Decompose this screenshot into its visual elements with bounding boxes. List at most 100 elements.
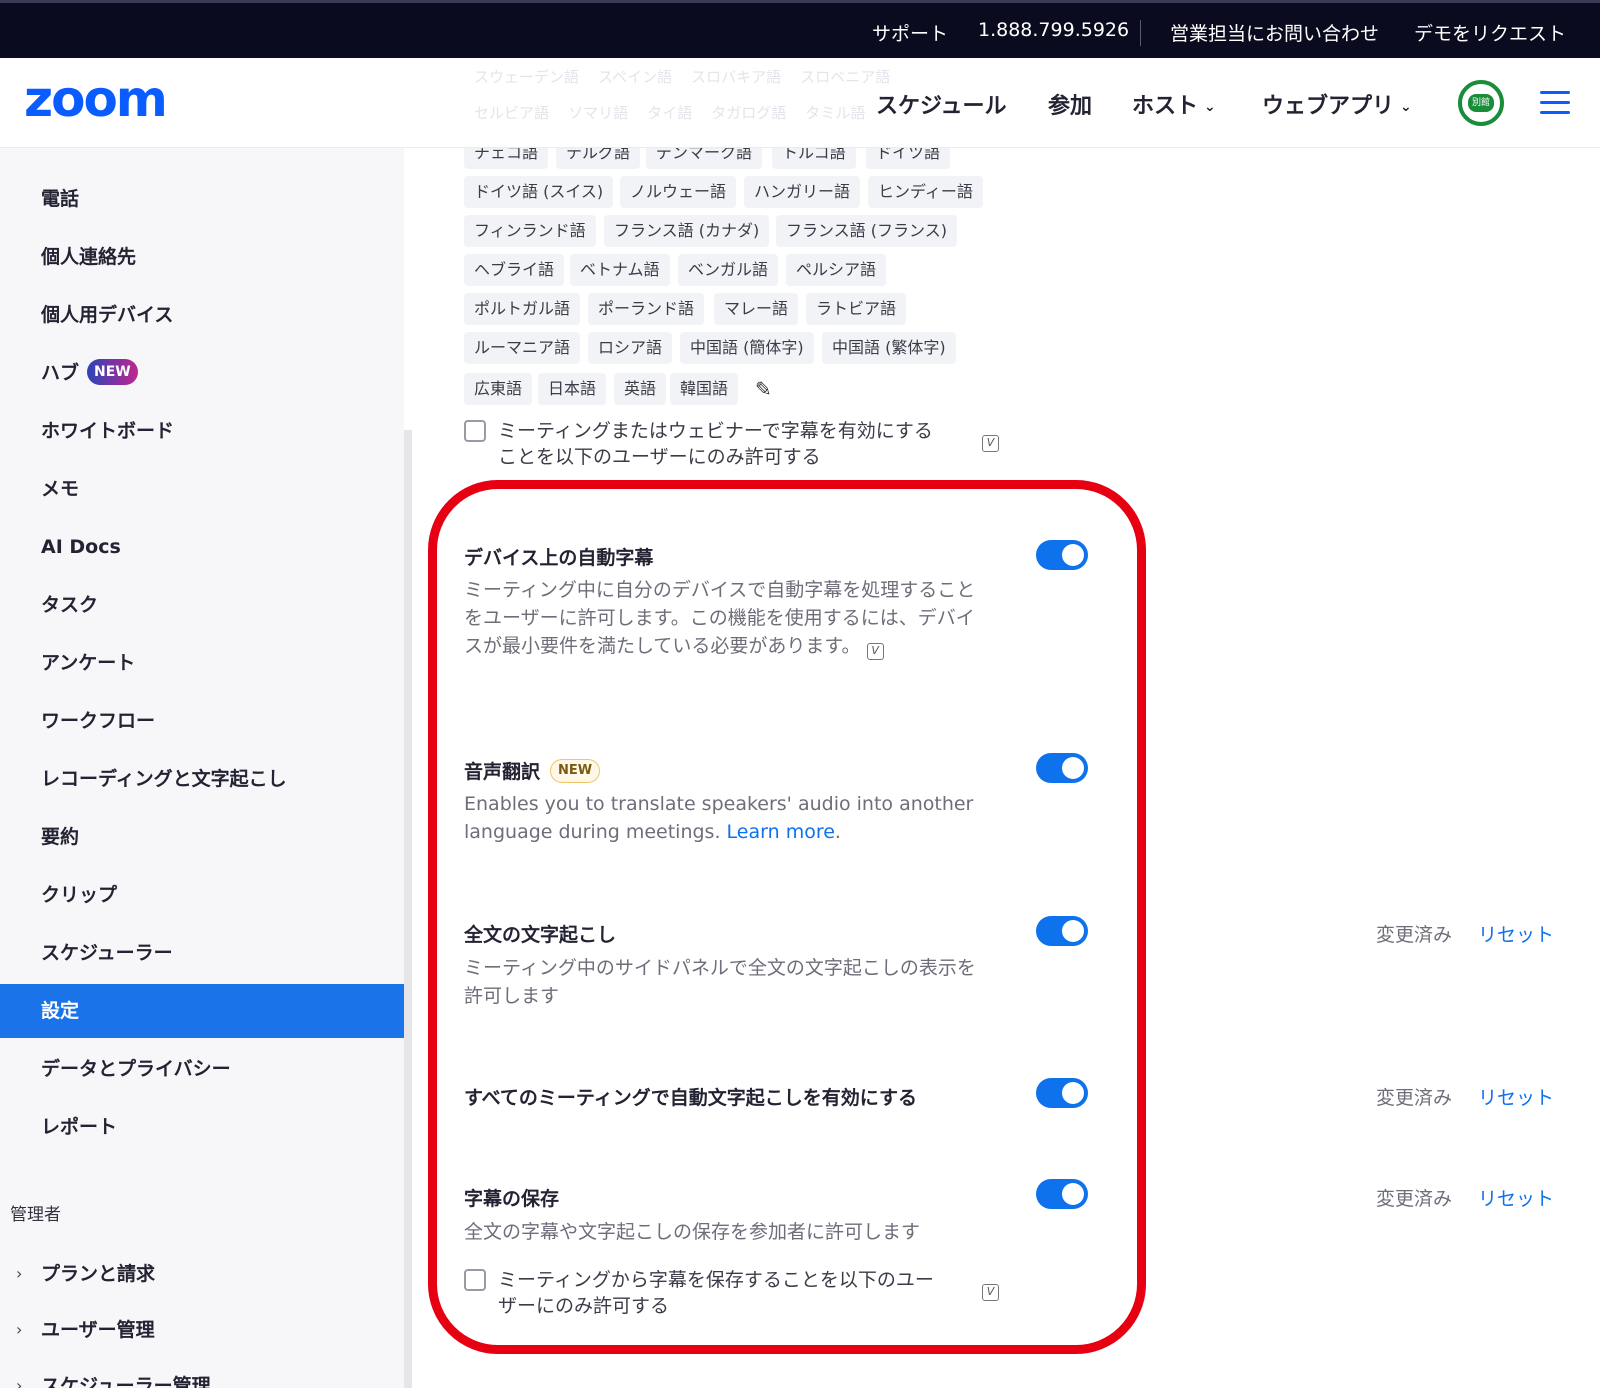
modified-status: 変更済み (1376, 1188, 1453, 1210)
setting-save-captions-title: 字幕の保存 (464, 1188, 560, 1210)
restrict-save-captions-label: ミーティングから字幕を保存することを以下のユー ザーにのみ許可する (498, 1269, 934, 1317)
language-chip: ベンガル語 (678, 254, 779, 286)
sidebar-item-recordings[interactable]: レコーディングと文字起こし (0, 752, 404, 806)
hamburger-menu-icon[interactable] (1540, 91, 1570, 114)
reset-link[interactable]: リセット (1478, 1083, 1554, 1110)
language-chip: ベトナム語 (570, 254, 670, 286)
new-badge: NEW (550, 758, 601, 783)
language-chip: 日本語 (538, 373, 607, 405)
save-captions-toggle[interactable] (1036, 1179, 1088, 1209)
version-info-icon[interactable]: V (982, 435, 999, 452)
language-chip: ドイツ語 (スイス) (464, 176, 614, 208)
avatar-label: 別館 (1468, 94, 1494, 112)
language-chip: ポルトガル語 (464, 293, 581, 325)
faded-language-row: スウェーデン語 スペイン語 スロバキア語 スロベニア語 (474, 68, 891, 86)
version-info-icon[interactable]: V (866, 643, 884, 660)
sidebar-item-phone[interactable]: 電話 (0, 172, 404, 226)
sidebar-item-reports[interactable]: レポート (0, 1100, 404, 1154)
sidebar-item-notes[interactable]: メモ (0, 462, 404, 516)
chevron-right-icon: › (16, 1376, 23, 1388)
contact-sales-link[interactable]: 営業担当にお問い合わせ (1170, 19, 1379, 46)
language-chip: ノルウェー語 (620, 176, 737, 208)
sidebar-item-user-management[interactable]: › ユーザー管理 (0, 1310, 404, 1350)
sidebar-item-devices[interactable]: 個人用デバイス (0, 288, 404, 342)
phone-number[interactable]: 1.888.799.5926 (978, 19, 1129, 41)
sidebar-item-workflows[interactable]: ワークフロー (0, 694, 404, 748)
language-chip: フランス語 (フランス) (776, 215, 957, 247)
support-link[interactable]: サポート (872, 19, 948, 46)
top-utility-bar: サポート 1.888.799.5926 営業担当にお問い合わせ デモをリクエスト (0, 0, 1600, 58)
learn-more-link[interactable]: Learn more (727, 821, 835, 843)
language-chip: マレー語 (714, 293, 799, 325)
sidebar-item-data-privacy[interactable]: データとプライバシー (0, 1042, 404, 1096)
request-demo-link[interactable]: デモをリクエスト (1414, 19, 1566, 46)
new-badge: NEW (87, 358, 138, 385)
language-chip: ルーマニア語 (464, 332, 581, 364)
nav-host[interactable]: ホスト ⌄ (1132, 88, 1216, 120)
sidebar-item-clips[interactable]: クリップ (0, 868, 404, 922)
language-chip: ペルシア語 (786, 254, 887, 286)
language-chip: 広東語 (464, 373, 533, 405)
language-chip: ラトビア語 (806, 293, 907, 325)
pencil-icon[interactable]: ✎ (755, 377, 772, 401)
language-chip: ハンガリー語 (744, 176, 861, 208)
device-captions-toggle[interactable] (1036, 540, 1088, 570)
faded-language-row: セルビア語 ソマリ語 タイ語 タガログ語 タミル語 (474, 104, 866, 122)
reset-link[interactable]: リセット (1478, 1184, 1554, 1211)
restrict-save-captions-checkbox[interactable] (464, 1269, 486, 1291)
reset-link[interactable]: リセット (1478, 920, 1554, 947)
chevron-down-icon: ⌄ (1400, 99, 1412, 115)
setting-auto-transcript-title: すべてのミーティングで自動文字起こしを有効にする (464, 1087, 917, 1109)
restrict-captions-label: ミーティングまたはウェビナーで字幕を有効にする ことを以下のユーザーにのみ許可す… (498, 420, 933, 468)
sidebar-item-surveys[interactable]: アンケート (0, 636, 404, 690)
language-chip: 中国語 (簡体字) (680, 332, 814, 364)
setting-voice-translation-title: 音声翻訳 NEW (464, 757, 601, 785)
language-chip: フランス語 (カナダ) (604, 215, 770, 247)
sidebar-item-scheduler[interactable]: スケジューラー (0, 926, 404, 980)
nav-join[interactable]: 参加 (1048, 88, 1092, 120)
language-chip: フィンランド語 (464, 215, 596, 247)
divider (1140, 20, 1141, 46)
main-header: スウェーデン語 スペイン語 スロバキア語 スロベニア語 セルビア語 ソマリ語 タ… (0, 58, 1600, 148)
auto-transcript-toggle[interactable] (1036, 1078, 1088, 1108)
restrict-captions-checkbox[interactable] (464, 420, 486, 442)
sidebar-item-plans-billing[interactable]: › プランと請求 (0, 1254, 404, 1294)
voice-translation-toggle[interactable] (1036, 753, 1088, 783)
sidebar-item-whiteboard[interactable]: ホワイトボード (0, 404, 404, 458)
language-chip: ヘブライ語 (464, 254, 565, 286)
sidebar-item-summaries[interactable]: 要約 (0, 810, 404, 864)
full-transcript-toggle[interactable] (1036, 916, 1088, 946)
sidebar-item-ai-docs[interactable]: AI Docs (0, 520, 404, 574)
sidebar-item-label: ハブ (41, 362, 80, 384)
sidebar-item-tasks[interactable]: タスク (0, 578, 404, 632)
version-info-icon[interactable]: V (982, 1284, 999, 1301)
chevron-right-icon: › (16, 1320, 23, 1339)
setting-full-transcript-desc: ミーティング中のサイドパネルで全文の文字起こしの表示を 許可します (464, 957, 976, 1007)
setting-save-captions-desc: 全文の字幕や文字起こしの保存を参加者に許可します (464, 1221, 921, 1243)
language-chip: ロシア語 (588, 332, 673, 364)
sidebar-group-admin: 管理者 (10, 1205, 61, 1225)
chevron-down-icon: ⌄ (1204, 99, 1216, 115)
avatar[interactable]: 別館 (1458, 80, 1504, 126)
setting-full-transcript-title: 全文の文字起こし (464, 924, 617, 946)
sidebar-item-scheduler-admin[interactable]: › スケジューラー管理 (0, 1366, 404, 1388)
modified-status: 変更済み (1376, 924, 1453, 946)
chevron-right-icon: › (16, 1264, 23, 1283)
sidebar: 電話 個人連絡先 個人用デバイス ハブ NEW ホワイトボード メモ AI Doc… (0, 148, 404, 1388)
sidebar-item-contacts[interactable]: 個人連絡先 (0, 230, 404, 284)
nav-web-app[interactable]: ウェブアプリ ⌄ (1262, 88, 1412, 120)
sidebar-item-settings[interactable]: 設定 (0, 984, 404, 1038)
language-chip: 中国語 (繁体字) (822, 332, 956, 364)
language-chip: 韓国語 (670, 373, 739, 405)
nav-schedule[interactable]: スケジュール (876, 88, 1006, 120)
language-chip: ポーランド語 (588, 293, 705, 325)
language-chip: 英語 (614, 373, 667, 405)
modified-status: 変更済み (1376, 1087, 1453, 1109)
sidebar-item-hub[interactable]: ハブ NEW (0, 346, 404, 400)
zoom-logo[interactable]: zoom (24, 70, 168, 128)
language-chip: ヒンディー語 (868, 176, 983, 208)
setting-device-captions-desc: ミーティング中に自分のデバイスで自動字幕を処理すること をユーザーに許可します。… (464, 576, 1004, 660)
sidebar-scrollbar[interactable] (404, 430, 412, 1388)
setting-voice-translation-desc: Enables you to translate speakers' audio… (464, 793, 974, 843)
setting-device-captions-title: デバイス上の自動字幕 (464, 547, 654, 569)
